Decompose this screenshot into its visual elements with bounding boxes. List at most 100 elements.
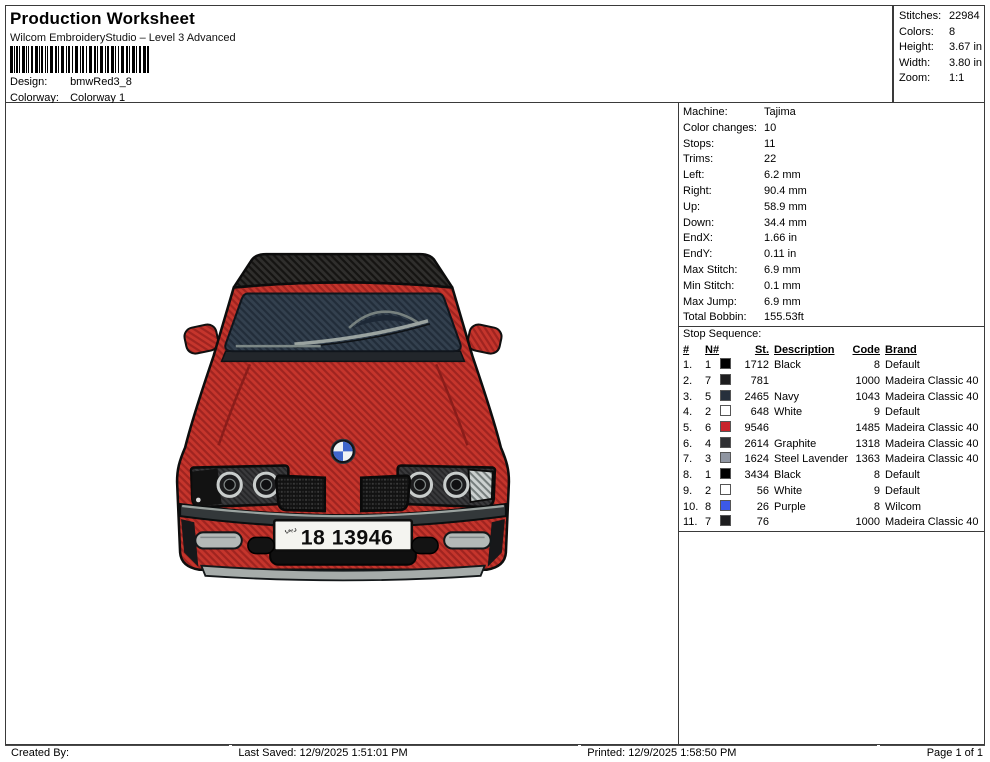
machine-value: 1.66 in xyxy=(764,231,797,247)
car-roof xyxy=(234,254,453,287)
headlight-right xyxy=(398,466,495,507)
summary-label: Colors: xyxy=(899,25,949,41)
machine-label: Stops: xyxy=(683,137,764,153)
color-swatch xyxy=(720,484,731,495)
machine-info: Machine:Tajima Color changes:10 Stops:11… xyxy=(679,103,984,327)
summary-row: Colors:8 xyxy=(899,25,984,41)
summary-label: Width: xyxy=(899,56,949,72)
footer: Created By: Last Saved: 12/9/2025 1:51:0… xyxy=(5,745,985,759)
machine-value: 11 xyxy=(764,137,775,153)
col-code: Code xyxy=(848,343,880,359)
machine-label: Max Stitch: xyxy=(683,263,764,279)
summary-row: Zoom:1:1 xyxy=(899,71,984,87)
color-swatch xyxy=(720,500,731,511)
license-plate-script: دبي xyxy=(284,524,297,533)
machine-value: 90.4 mm xyxy=(764,184,807,200)
footer-last-saved: Last Saved: 12/9/2025 1:51:01 PM xyxy=(232,745,578,761)
machine-value: 155.53ft xyxy=(764,310,804,326)
machine-label: Total Bobbin: xyxy=(683,310,764,326)
machine-label: Trims: xyxy=(683,152,764,168)
footer-printed: Printed: 12/9/2025 1:58:50 PM xyxy=(581,745,877,761)
table-row: 6.42614Graphite1318Madeira Classic 40 xyxy=(679,437,984,453)
machine-value: 58.9 mm xyxy=(764,200,807,216)
machine-label: Machine: xyxy=(683,105,764,121)
design-preview-area: دبي 18 13946 xyxy=(5,103,678,745)
color-swatch xyxy=(720,421,731,432)
machine-label: EndY: xyxy=(683,247,764,263)
page-title: Production Worksheet xyxy=(10,9,195,29)
machine-label: Color changes: xyxy=(683,121,764,137)
headlight-left xyxy=(191,466,288,507)
summary-value: 1:1 xyxy=(949,72,964,84)
table-row: 2.77811000Madeira Classic 40 xyxy=(679,374,984,390)
table-row: 10.826Purple8Wilcom xyxy=(679,500,984,516)
summary-row: Height:3.67 in xyxy=(899,40,984,56)
machine-label: Right: xyxy=(683,184,764,200)
table-row: 8.13434Black8Default xyxy=(679,468,984,484)
machine-value: 6.9 mm xyxy=(764,295,801,311)
footer-page-number: Page 1 of 1 xyxy=(880,745,985,761)
col-needle: N# xyxy=(705,343,720,359)
summary-row: Stitches:22984 xyxy=(899,9,984,25)
machine-value: 22 xyxy=(764,152,776,168)
stitch-summary: Stitches:22984 Colors:8 Height:3.67 in W… xyxy=(893,5,985,103)
machine-value: 6.9 mm xyxy=(764,263,801,279)
app-subtitle: Wilcom EmbroideryStudio – Level 3 Advanc… xyxy=(10,32,236,44)
header: Production Worksheet Wilcom EmbroiderySt… xyxy=(5,5,893,103)
design-preview-car: دبي 18 13946 xyxy=(171,251,515,587)
color-swatch xyxy=(720,374,731,385)
machine-value: 34.4 mm xyxy=(764,216,807,232)
table-row: 5.695461485Madeira Classic 40 xyxy=(679,421,984,437)
stop-sequence-header: # N# St. Description Code Brand xyxy=(679,343,984,359)
summary-label: Zoom: xyxy=(899,71,949,87)
license-plate-number: 18 13946 xyxy=(301,525,394,549)
color-swatch xyxy=(720,515,731,526)
windshield xyxy=(225,294,460,352)
col-description: Description xyxy=(769,343,848,359)
col-stitches: St. xyxy=(734,343,769,359)
machine-label: EndX: xyxy=(683,231,764,247)
col-brand: Brand xyxy=(880,343,984,359)
table-row: 4.2648White9Default xyxy=(679,405,984,421)
table-row: 7.31624Steel Lavender1363Madeira Classic… xyxy=(679,452,984,468)
machine-value: Tajima xyxy=(764,105,796,121)
color-swatch xyxy=(720,468,731,479)
summary-value: 3.80 in xyxy=(949,57,982,69)
summary-label: Stitches: xyxy=(899,9,949,25)
bmw-badge xyxy=(331,439,355,463)
color-swatch xyxy=(720,358,731,369)
table-row: 11.7761000Madeira Classic 40 xyxy=(679,515,984,531)
color-swatch xyxy=(720,390,731,401)
footer-created-by: Created By: xyxy=(5,745,229,761)
color-swatch xyxy=(720,437,731,448)
summary-label: Height: xyxy=(899,40,949,56)
machine-value: 0.1 mm xyxy=(764,279,801,295)
table-row: 3.52465Navy1043Madeira Classic 40 xyxy=(679,390,984,406)
color-swatch xyxy=(720,452,731,463)
design-name-row: Design: bmwRed3_8 xyxy=(10,76,132,88)
machine-value: 10 xyxy=(764,121,776,137)
license-plate: دبي 18 13946 xyxy=(274,520,412,550)
color-swatch xyxy=(720,405,731,416)
table-row: 1.11712Black8Default xyxy=(679,358,984,374)
summary-row: Width:3.80 in xyxy=(899,56,984,72)
stop-sequence-title: Stop Sequence: xyxy=(679,327,984,343)
machine-value: 6.2 mm xyxy=(764,168,801,184)
summary-value: 8 xyxy=(949,26,955,38)
machine-panel: Machine:Tajima Color changes:10 Stops:11… xyxy=(678,103,985,745)
machine-label: Max Jump: xyxy=(683,295,764,311)
summary-value: 22984 xyxy=(949,10,980,22)
summary-value: 3.67 in xyxy=(949,41,982,53)
machine-label: Down: xyxy=(683,216,764,232)
stop-sequence-table: # N# St. Description Code Brand 1.11712B… xyxy=(679,343,984,532)
design-value: bmwRed3_8 xyxy=(70,76,132,88)
table-row: 9.256White9Default xyxy=(679,484,984,500)
production-worksheet-page: Production Worksheet Wilcom EmbroiderySt… xyxy=(0,0,990,762)
machine-label: Min Stitch: xyxy=(683,279,764,295)
machine-label: Left: xyxy=(683,168,764,184)
col-num: # xyxy=(683,343,705,359)
barcode xyxy=(10,46,150,73)
design-label: Design: xyxy=(10,76,67,88)
machine-value: 0.11 in xyxy=(764,247,796,263)
machine-label: Up: xyxy=(683,200,764,216)
